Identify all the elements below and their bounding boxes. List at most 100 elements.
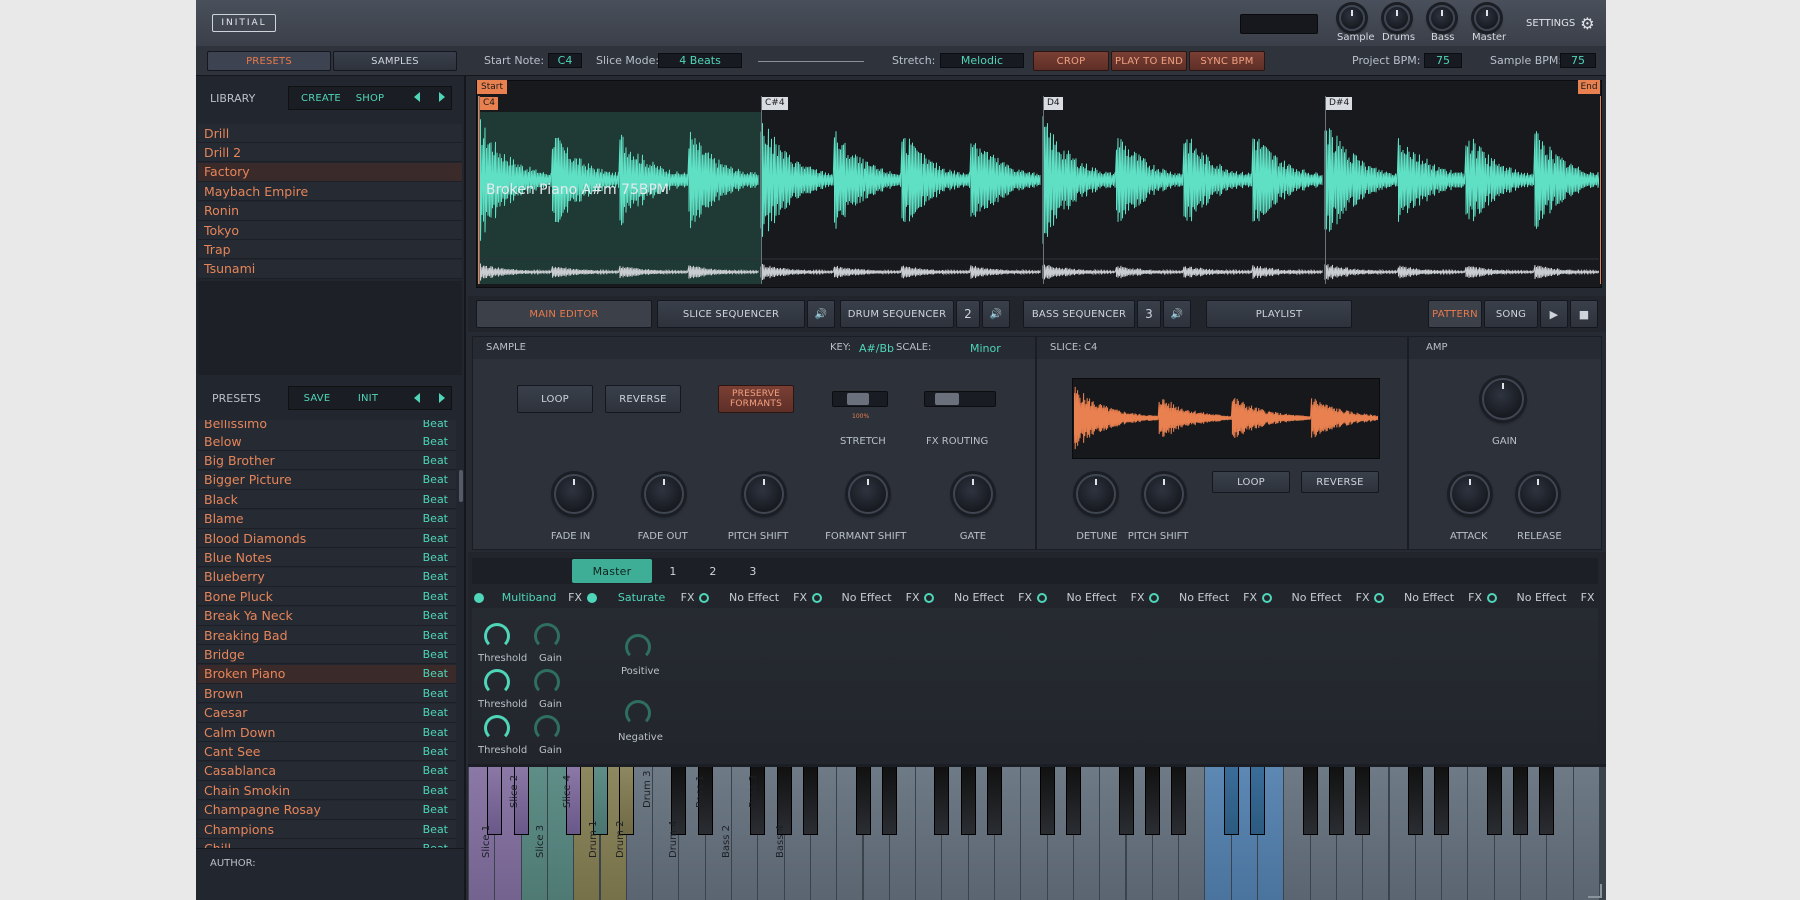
drum-sequencer-tab[interactable]: DRUM SEQUENCER bbox=[840, 300, 954, 328]
create-button[interactable]: CREATE bbox=[294, 89, 348, 107]
crop-button[interactable]: CROP bbox=[1033, 51, 1109, 71]
fx-slot-fx-tag[interactable]: FX bbox=[1018, 591, 1032, 604]
init-button[interactable]: INIT bbox=[348, 389, 388, 407]
fx-slot-power-icon[interactable] bbox=[586, 592, 597, 603]
fx-slot-fx-tag[interactable]: FX bbox=[1581, 591, 1595, 604]
fx-slot-power-icon[interactable] bbox=[1374, 592, 1384, 603]
piano-black-key[interactable] bbox=[934, 767, 950, 835]
library-item[interactable]: Maybach Empire bbox=[198, 182, 462, 202]
piano-black-key[interactable] bbox=[1486, 767, 1502, 835]
playlist-tab[interactable]: PLAYLIST bbox=[1206, 300, 1352, 328]
piano-black-key[interactable] bbox=[1355, 767, 1371, 835]
tab-samples[interactable]: SAMPLES bbox=[333, 51, 457, 71]
start-marker[interactable]: Start bbox=[477, 80, 507, 94]
library-next-icon[interactable] bbox=[439, 92, 445, 102]
fx-slot-name[interactable]: No Effect bbox=[1503, 591, 1581, 604]
fx-tab-master[interactable]: Master bbox=[572, 559, 652, 583]
piano-black-key[interactable] bbox=[1434, 767, 1450, 835]
bass-speaker-icon[interactable]: 🔊 bbox=[1163, 300, 1191, 328]
piano-black-key[interactable] bbox=[1302, 767, 1318, 835]
preserve-formants-button[interactable]: PRESERVE FORMANTS bbox=[718, 385, 794, 413]
fx-slot-name[interactable]: Saturate bbox=[603, 591, 681, 604]
gain-knob[interactable] bbox=[1482, 378, 1524, 420]
fx-slot[interactable]: No Effect FX bbox=[1261, 589, 1374, 606]
stretch-slider[interactable] bbox=[832, 391, 888, 407]
preset-item[interactable]: Big Brother Beat bbox=[198, 451, 456, 471]
fx-slot-name[interactable]: No Effect bbox=[828, 591, 906, 604]
fx-slot-power-icon[interactable] bbox=[1036, 592, 1047, 603]
fx-tab-3[interactable]: 3 bbox=[734, 559, 772, 583]
resize-grip-icon[interactable] bbox=[1588, 884, 1602, 898]
fx-slot-power-icon[interactable] bbox=[811, 592, 822, 603]
save-button[interactable]: SAVE bbox=[294, 389, 340, 407]
fx-slot-power-icon[interactable] bbox=[1149, 592, 1159, 603]
bass-volume-knob[interactable] bbox=[1429, 5, 1455, 31]
library-item[interactable]: Tsunami bbox=[198, 259, 462, 279]
scale-value[interactable]: Minor bbox=[970, 342, 1001, 355]
preset-item[interactable]: Blue Notes Beat bbox=[198, 548, 456, 568]
fx-slot[interactable]: No Effect FX bbox=[1149, 589, 1261, 606]
fx-slot-fx-tag[interactable]: FX bbox=[568, 591, 582, 604]
shop-button[interactable]: SHOP bbox=[350, 89, 390, 107]
preset-item[interactable]: Broken Piano Beat bbox=[198, 664, 456, 684]
sample-volume-knob[interactable] bbox=[1339, 5, 1365, 31]
library-item[interactable]: Drill bbox=[198, 124, 462, 143]
preset-item[interactable]: Bone Pluck Beat bbox=[198, 587, 456, 607]
sample-bpm-field[interactable]: 75 bbox=[1560, 53, 1596, 68]
piano-black-key[interactable] bbox=[1118, 767, 1134, 835]
piano-black-key[interactable] bbox=[1171, 767, 1187, 835]
piano-black-key[interactable] bbox=[1539, 767, 1555, 835]
library-item[interactable]: Tokyo bbox=[198, 221, 462, 240]
start-note-field[interactable]: C4 bbox=[548, 53, 582, 68]
piano-black-key[interactable] bbox=[1223, 767, 1239, 835]
bass-sequencer-tab[interactable]: BASS SEQUENCER bbox=[1023, 300, 1135, 328]
play-to-end-button[interactable]: PLAY TO END bbox=[1111, 51, 1187, 71]
fade-in-knob[interactable] bbox=[554, 474, 594, 514]
fx-slot[interactable]: No Effect FX bbox=[1486, 589, 1599, 606]
key-value[interactable]: A#/Bb bbox=[859, 342, 894, 355]
fx-slot-name[interactable]: Multiband bbox=[490, 591, 568, 604]
library-item[interactable]: Ronin bbox=[198, 201, 462, 221]
preset-item[interactable]: Champagne Rosay Beat bbox=[198, 800, 456, 820]
preset-item[interactable]: Blueberry Beat bbox=[198, 567, 456, 587]
fx-routing-slider-thumb[interactable] bbox=[935, 393, 959, 405]
attack-knob[interactable] bbox=[1450, 474, 1490, 514]
gain-band-knob[interactable] bbox=[534, 669, 560, 695]
negative-knob[interactable] bbox=[625, 700, 651, 726]
fx-slot-fx-tag[interactable]: FX bbox=[1356, 591, 1370, 604]
fx-slot-name[interactable]: No Effect bbox=[1278, 591, 1356, 604]
preset-item[interactable]: Breaking Bad Beat bbox=[198, 626, 456, 645]
fx-tab-1[interactable]: 1 bbox=[654, 559, 692, 583]
project-bpm-field[interactable]: 75 bbox=[1424, 53, 1462, 68]
main-editor-tab[interactable]: MAIN EDITOR bbox=[476, 300, 652, 328]
piano-white-key[interactable] bbox=[1573, 767, 1600, 900]
preset-item[interactable]: Blame Beat bbox=[198, 509, 456, 529]
slice-speaker-icon[interactable]: 🔊 bbox=[807, 300, 835, 328]
fx-slot-power-icon[interactable] bbox=[474, 592, 484, 603]
fx-slot-name[interactable]: No Effect bbox=[715, 591, 793, 604]
piano-black-key[interactable] bbox=[881, 767, 897, 835]
library-item[interactable]: Trap bbox=[198, 240, 462, 260]
piano-black-key[interactable] bbox=[1039, 767, 1055, 835]
drums-volume-knob[interactable] bbox=[1384, 5, 1410, 31]
preset-item[interactable]: Chain Smokin Beat bbox=[198, 781, 456, 801]
end-marker[interactable]: End bbox=[1578, 80, 1600, 94]
preset-item[interactable]: Bigger Picture Beat bbox=[198, 470, 456, 490]
slice-detune-knob[interactable] bbox=[1076, 474, 1116, 514]
drum-number[interactable]: 2 bbox=[956, 300, 980, 328]
fx-slot[interactable]: No Effect FX bbox=[811, 589, 924, 606]
fx-slot-fx-tag[interactable]: FX bbox=[793, 591, 807, 604]
sample-loop-button[interactable]: LOOP bbox=[517, 385, 593, 413]
preset-item[interactable]: ChillBeat bbox=[198, 839, 456, 848]
fx-slot-fx-tag[interactable]: FX bbox=[906, 591, 920, 604]
sync-bpm-button[interactable]: SYNC BPM bbox=[1189, 51, 1265, 71]
slice-loop-button[interactable]: LOOP bbox=[1212, 471, 1290, 493]
master-volume-knob[interactable] bbox=[1474, 5, 1500, 31]
fx-slot[interactable]: Saturate FX bbox=[586, 589, 699, 606]
fx-slot[interactable]: Multiband FX bbox=[474, 589, 586, 606]
preset-item[interactable]: Blood Diamonds Beat bbox=[198, 529, 456, 548]
drum-speaker-icon[interactable]: 🔊 bbox=[982, 300, 1010, 328]
release-knob[interactable] bbox=[1518, 474, 1558, 514]
piano-black-key[interactable] bbox=[1407, 767, 1423, 835]
fx-slot-name[interactable]: No Effect bbox=[1165, 591, 1243, 604]
